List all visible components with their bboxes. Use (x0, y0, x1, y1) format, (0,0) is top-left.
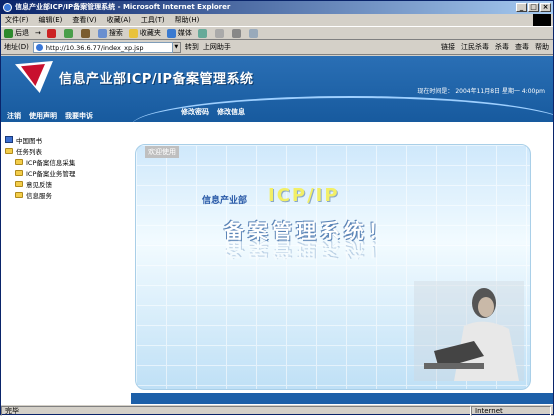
toolbar: 后退 → 搜索 收藏夹 媒体 (1, 26, 553, 40)
mail-icon[interactable] (214, 28, 226, 38)
tree-item-label: 信息服务 (26, 191, 52, 200)
tree-tasks[interactable]: 任务列表 (5, 145, 127, 156)
title-bar: 信息产业部ICP/IP备案管理系统 - Microsoft Internet E… (1, 1, 553, 14)
media-label: 媒体 (177, 29, 192, 37)
maximize-button[interactable]: □ (528, 3, 539, 12)
windows-logo-icon (533, 14, 551, 26)
book-icon (5, 136, 13, 143)
folder-icon (15, 169, 23, 176)
tree-item-service[interactable]: 信息服务 (5, 189, 127, 200)
minimize-button[interactable]: _ (516, 3, 527, 12)
media-button[interactable]: 媒体 (166, 28, 192, 38)
back-button[interactable]: 后退 (4, 28, 29, 38)
folder-icon (15, 191, 23, 198)
stop-icon[interactable] (46, 28, 58, 38)
tree-item-collect[interactable]: ICP备案信息采集 (5, 156, 127, 167)
welcome-line-2: ICP/IP (268, 185, 340, 206)
nav-change-info[interactable]: 修改信息 (217, 107, 245, 117)
nav-logout[interactable]: 注销 (7, 111, 21, 121)
menu-favorites[interactable]: 收藏(A) (107, 15, 131, 25)
media-icon (166, 28, 176, 38)
banner: 信息产业部ICP/IP备案管理系统 现在时间是： 2004年11月8日 星期一 … (1, 56, 553, 122)
help-link[interactable]: 帮助 (535, 42, 549, 52)
tree-tasks-label: 任务列表 (16, 147, 42, 156)
nav-change-password[interactable]: 修改密码 (181, 107, 209, 117)
tree-item-label: ICP备案业务管理 (26, 169, 76, 178)
address-bar: 地址(D) http://10.36.6.77/index_xp.jsp ▼ 转… (1, 40, 553, 55)
folder-icon (5, 147, 13, 154)
window-title: 信息产业部ICP/IP备案管理系统 - Microsoft Internet E… (15, 3, 231, 11)
browser-window: 信息产业部ICP/IP备案管理系统 - Microsoft Internet E… (0, 0, 554, 416)
task-tree: 中国图书 任务列表 ICP备案信息采集 ICP备案业务管理 意见反馈 信息服务 (1, 122, 131, 404)
status-zone: Internet (471, 405, 551, 416)
nav-statement[interactable]: 使用声明 (29, 111, 57, 121)
forward-button[interactable]: → (35, 29, 41, 37)
welcome-tab: 欢迎使用 (145, 146, 179, 158)
go-button[interactable]: 转到 (185, 42, 199, 52)
folder-icon (15, 180, 23, 187)
system-title: 信息产业部ICP/IP备案管理系统 (59, 72, 254, 87)
bottom-strip (131, 393, 553, 404)
back-label: 后退 (15, 29, 29, 37)
main-area: 信息产业部 ICP/IP 备案管理系统！ 备案管理系统！ 欢迎使用 (131, 122, 553, 404)
tree-root[interactable]: 中国图书 (5, 134, 127, 145)
back-arrow-icon (4, 28, 13, 38)
address-dropdown[interactable]: ▼ (171, 41, 181, 53)
tree-item-label: ICP备案信息采集 (26, 158, 76, 167)
kill-link[interactable]: 江民杀毒 (461, 42, 489, 52)
check-link[interactable]: 查毒 (515, 42, 529, 52)
ie-icon (3, 3, 12, 12)
close-button[interactable]: × (540, 3, 551, 12)
search-button[interactable]: 搜索 (97, 28, 123, 38)
menu-bar: 文件(F) 编辑(E) 查看(V) 收藏(A) 工具(T) 帮助(H) (1, 14, 553, 26)
menu-edit[interactable]: 编辑(E) (39, 15, 63, 25)
current-time: 现在时间是： 2004年11月8日 星期一 4:00pm (417, 88, 545, 95)
menu-file[interactable]: 文件(F) (5, 15, 29, 25)
edit-icon[interactable] (248, 28, 260, 38)
menu-tools[interactable]: 工具(T) (141, 15, 165, 25)
history-icon[interactable] (197, 28, 209, 38)
nav-right: 修改密码 修改信息 (181, 107, 245, 117)
welcome-panel: 信息产业部 ICP/IP 备案管理系统！ 备案管理系统！ (135, 144, 531, 390)
kill2-link[interactable]: 杀毒 (495, 42, 509, 52)
print-icon[interactable] (231, 28, 243, 38)
tree-item-manage[interactable]: ICP备案业务管理 (5, 167, 127, 178)
menu-view[interactable]: 查看(V) (72, 15, 96, 25)
woman-at-computer-image (414, 281, 524, 381)
refresh-icon[interactable] (63, 28, 75, 38)
nav-appeal[interactable]: 我要申诉 (65, 111, 93, 121)
star-icon (128, 28, 138, 38)
tree-item-feedback[interactable]: 意见反馈 (5, 178, 127, 189)
address-input[interactable]: http://10.36.6.77/index_xp.jsp (32, 41, 173, 53)
favorites-label: 收藏夹 (139, 29, 161, 37)
tree-root-label: 中国图书 (16, 136, 42, 145)
nav-left: 注销 使用声明 我要申诉 (7, 111, 93, 121)
welcome-line-3-reflection: 备案管理系统！ (224, 238, 392, 262)
favorites-button[interactable]: 收藏夹 (128, 28, 161, 38)
welcome-line-1: 信息产业部 (202, 196, 248, 206)
search-label: 搜索 (108, 29, 123, 37)
page-content: 信息产业部ICP/IP备案管理系统 现在时间是： 2004年11月8日 星期一 … (1, 56, 553, 404)
home-icon[interactable] (80, 28, 92, 38)
status-bar: 完毕 Internet (1, 404, 553, 416)
status-text: 完毕 (1, 405, 471, 416)
search-icon (97, 28, 107, 38)
address-label: 地址(D) (4, 43, 29, 51)
menu-help[interactable]: 帮助(H) (175, 15, 200, 25)
helper-button[interactable]: 上网助手 (203, 42, 231, 52)
tree-item-label: 意见反馈 (26, 180, 52, 189)
folder-icon (15, 158, 23, 165)
links-label[interactable]: 链接 (441, 42, 455, 52)
